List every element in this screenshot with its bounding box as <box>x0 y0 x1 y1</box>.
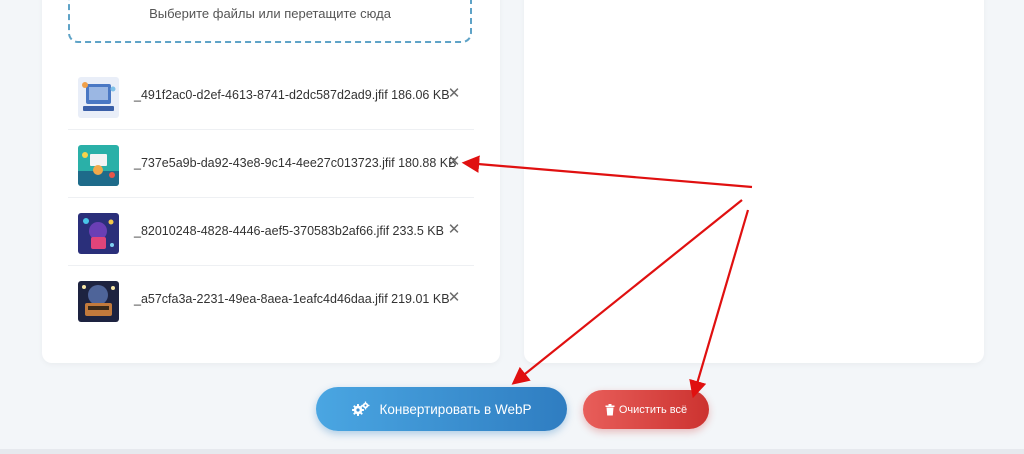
remove-file-button[interactable]: ✕ <box>446 220 462 240</box>
file-thumbnail <box>78 145 119 186</box>
file-item: _82010248-4828-4446-aef5-370583b2af66.jf… <box>68 198 474 266</box>
file-item: _737e5a9b-da92-43e8-9c14-4ee27c013723.jf… <box>68 130 474 198</box>
convert-button-label: Конвертировать в WebP <box>379 401 532 417</box>
remove-file-button[interactable]: ✕ <box>446 288 462 308</box>
remove-file-button[interactable]: ✕ <box>446 84 462 104</box>
file-name: _a57cfa3a-2231-49ea-8aea-1eafc4d46daa.jf… <box>134 292 450 306</box>
close-icon: ✕ <box>447 153 461 170</box>
file-list: _491f2ac0-d2ef-4613-8741-d2dc587d2ad9.jf… <box>68 62 474 333</box>
file-name: _82010248-4828-4446-aef5-370583b2af66.jf… <box>134 224 444 238</box>
file-thumbnail <box>78 281 119 322</box>
file-item: _a57cfa3a-2231-49ea-8aea-1eafc4d46daa.jf… <box>68 266 474 333</box>
clear-button-label: Очистить всё <box>618 403 688 416</box>
file-thumbnail <box>78 213 119 254</box>
file-thumbnail <box>78 77 119 118</box>
close-icon: ✕ <box>447 289 461 306</box>
close-icon: ✕ <box>447 85 461 102</box>
gears-icon <box>351 401 370 417</box>
file-name: _491f2ac0-d2ef-4613-8741-d2dc587d2ad9.jf… <box>134 88 450 102</box>
trash-icon <box>605 403 615 416</box>
file-name: _737e5a9b-da92-43e8-9c14-4ee27c013723.jf… <box>134 156 457 170</box>
preview-panel <box>524 0 984 363</box>
remove-file-button[interactable]: ✕ <box>446 152 462 172</box>
footer-divider <box>0 449 1024 454</box>
file-item: _491f2ac0-d2ef-4613-8741-d2dc587d2ad9.jf… <box>68 62 474 130</box>
file-dropzone[interactable]: Выберите файлы или перетащите сюда <box>68 0 472 43</box>
dropzone-text: Выберите файлы или перетащите сюда <box>149 6 391 21</box>
close-icon: ✕ <box>447 221 461 238</box>
clear-all-button[interactable]: Очистить всё <box>583 390 709 429</box>
convert-to-webp-button[interactable]: Конвертировать в WebP <box>316 387 567 431</box>
